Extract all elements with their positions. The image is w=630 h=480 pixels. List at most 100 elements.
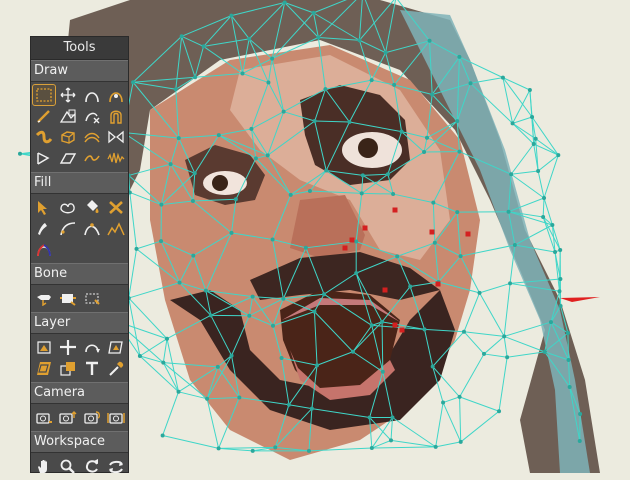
- magnet-wave-tool[interactable]: [105, 148, 127, 168]
- zoom-tool[interactable]: [57, 456, 79, 476]
- mesh-point[interactable]: [270, 57, 274, 61]
- mesh-point[interactable]: [230, 354, 234, 358]
- selected-mesh-point[interactable]: [393, 208, 398, 213]
- mesh-point[interactable]: [423, 327, 427, 331]
- mesh-point[interactable]: [241, 72, 245, 76]
- curve-exposure-2-tool[interactable]: [105, 218, 127, 238]
- select-shape-tool[interactable]: [33, 197, 55, 217]
- paint-bucket-tool[interactable]: [81, 197, 103, 217]
- mesh-point[interactable]: [234, 197, 238, 201]
- mesh-point[interactable]: [558, 277, 562, 281]
- curvature-tool[interactable]: [105, 85, 127, 105]
- mesh-point[interactable]: [161, 433, 165, 437]
- mesh-point[interactable]: [315, 363, 319, 367]
- mesh-point[interactable]: [430, 92, 434, 96]
- add-bone-tool[interactable]: [57, 288, 79, 308]
- selected-mesh-point[interactable]: [400, 328, 405, 333]
- mesh-point[interactable]: [534, 137, 538, 141]
- scatter-brush-tool[interactable]: [33, 127, 55, 147]
- mesh-point[interactable]: [458, 395, 462, 399]
- switch-layer-tool[interactable]: [57, 358, 79, 378]
- mesh-point[interactable]: [553, 250, 557, 254]
- selected-mesh-point[interactable]: [393, 323, 398, 328]
- shear-points-tool[interactable]: [33, 148, 55, 168]
- mesh-point[interactable]: [266, 153, 270, 157]
- mesh-point[interactable]: [391, 192, 395, 196]
- mesh-point[interactable]: [541, 215, 545, 219]
- shear-layer-tool[interactable]: [105, 337, 127, 357]
- mesh-point[interactable]: [457, 150, 461, 154]
- mesh-point[interactable]: [384, 51, 388, 55]
- mesh-point[interactable]: [165, 337, 169, 341]
- selected-mesh-point[interactable]: [343, 246, 348, 251]
- mesh-point[interactable]: [18, 152, 22, 156]
- mesh-point[interactable]: [174, 87, 178, 91]
- mesh-point[interactable]: [368, 416, 372, 420]
- mesh-point[interactable]: [457, 55, 461, 59]
- mesh-point[interactable]: [542, 196, 546, 200]
- mesh-point[interactable]: [191, 199, 195, 203]
- mesh-point[interactable]: [433, 241, 437, 245]
- mesh-point[interactable]: [360, 191, 364, 195]
- mesh-point[interactable]: [478, 291, 482, 295]
- mesh-point[interactable]: [507, 210, 511, 214]
- section-header-bone[interactable]: Bone: [31, 263, 128, 285]
- mesh-point[interactable]: [395, 254, 399, 258]
- mesh-point[interactable]: [249, 127, 253, 131]
- mesh-point[interactable]: [389, 438, 393, 442]
- mesh-point[interactable]: [202, 44, 206, 48]
- mesh-point[interactable]: [361, 173, 365, 177]
- mesh-point[interactable]: [428, 39, 432, 43]
- section-header-layer[interactable]: Layer: [31, 312, 128, 334]
- mesh-point[interactable]: [513, 243, 517, 247]
- roll-camera-tool[interactable]: [81, 407, 103, 427]
- mesh-point[interactable]: [312, 11, 316, 15]
- mesh-point[interactable]: [229, 14, 233, 18]
- mesh-point[interactable]: [390, 415, 394, 419]
- selected-mesh-point[interactable]: [383, 288, 388, 293]
- mesh-point[interactable]: [505, 355, 509, 359]
- mesh-point[interactable]: [511, 121, 515, 125]
- mesh-point[interactable]: [370, 78, 374, 82]
- mesh-point[interactable]: [482, 352, 486, 356]
- bend-points-tool[interactable]: [57, 148, 79, 168]
- mesh-point[interactable]: [161, 361, 165, 365]
- mesh-point[interactable]: [530, 115, 534, 119]
- mesh-point[interactable]: [556, 153, 560, 157]
- set-origin-tool[interactable]: [57, 337, 79, 357]
- mesh-point[interactable]: [559, 304, 563, 308]
- mesh-point[interactable]: [316, 36, 320, 40]
- delete-edge-tool[interactable]: [81, 106, 103, 126]
- mesh-point[interactable]: [380, 320, 384, 324]
- mesh-point[interactable]: [455, 210, 459, 214]
- mesh-point[interactable]: [312, 310, 316, 314]
- add-point-tool[interactable]: [81, 85, 103, 105]
- blend-morphs-tool[interactable]: [57, 106, 79, 126]
- select-bone-tool[interactable]: [33, 288, 55, 308]
- mesh-point[interactable]: [178, 281, 182, 285]
- hand-pan-tool[interactable]: [33, 456, 55, 476]
- mesh-point[interactable]: [386, 172, 390, 176]
- transform-points-tool[interactable]: [57, 85, 79, 105]
- mesh-point[interactable]: [177, 136, 181, 140]
- freehand-tool[interactable]: [33, 106, 55, 126]
- select-points-tool[interactable]: [33, 85, 55, 105]
- mesh-point[interactable]: [354, 240, 358, 244]
- mesh-point[interactable]: [217, 133, 221, 137]
- mesh-point[interactable]: [217, 446, 221, 450]
- mesh-point[interactable]: [578, 439, 582, 443]
- mesh-point[interactable]: [287, 403, 291, 407]
- mesh-point[interactable]: [322, 292, 326, 296]
- orbit-workspace-tool[interactable]: [105, 456, 127, 476]
- mesh-point[interactable]: [247, 314, 251, 318]
- mesh-point[interactable]: [180, 34, 184, 38]
- mesh-point[interactable]: [392, 83, 396, 87]
- mesh-point[interactable]: [469, 81, 473, 85]
- mesh-point[interactable]: [307, 449, 311, 453]
- mesh-point[interactable]: [131, 80, 135, 84]
- mesh-point[interactable]: [135, 247, 139, 251]
- mesh-point[interactable]: [273, 445, 277, 449]
- mesh-point[interactable]: [566, 331, 570, 335]
- mesh-point[interactable]: [193, 75, 197, 79]
- selected-mesh-point[interactable]: [436, 282, 441, 287]
